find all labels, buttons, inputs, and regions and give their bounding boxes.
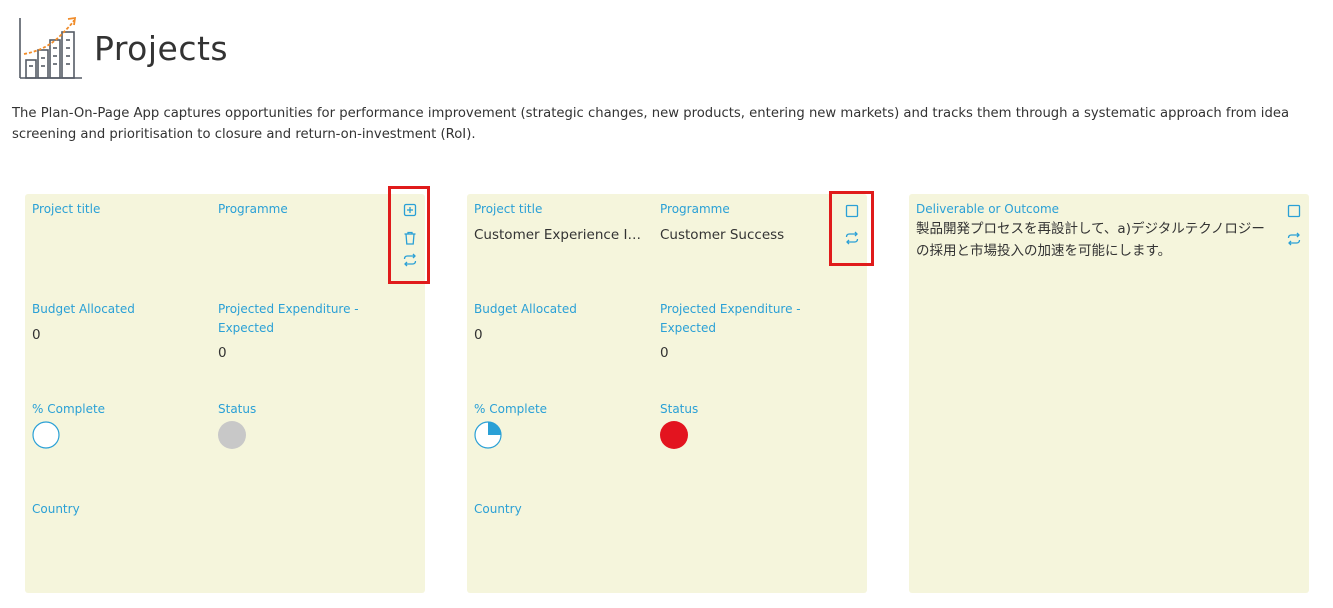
project-title-label: Project title xyxy=(32,202,101,216)
icon-highlight-box xyxy=(829,191,874,266)
project-title-label: Project title xyxy=(474,202,543,216)
page-intro: The Plan-On-Page App captures opportunit… xyxy=(12,106,1290,142)
growth-chart-buildings-icon xyxy=(16,14,84,82)
percent-complete-label: % Complete xyxy=(474,402,548,416)
deliverable-card[interactable]: Deliverable or Outcome 製品開発プロセスを再設計して、a)… xyxy=(909,194,1309,593)
percent-complete-pie xyxy=(32,421,60,449)
projected-expenditure-label: Projected Expenditure - Expected xyxy=(218,302,359,335)
budget-allocated-label: Budget Allocated xyxy=(32,302,135,316)
percent-complete-label: % Complete xyxy=(32,402,106,416)
page-title: Projects xyxy=(94,28,229,68)
icon-highlight-box xyxy=(388,186,430,284)
programme-label: Programme xyxy=(660,202,730,216)
checkbox-icon[interactable] xyxy=(1286,203,1302,219)
status-label: Status xyxy=(660,402,699,416)
country-label: Country xyxy=(32,502,80,516)
status-indicator xyxy=(218,421,246,449)
projects-page: Projects The Plan-On-Page App captures o… xyxy=(0,0,1333,608)
percent-complete-pie xyxy=(474,421,502,449)
deliverable-value: 製品開発プロセスを再設計して、a)デジタルテクノロジーの採用と市場投入の加速を可… xyxy=(916,221,1265,259)
project-title-value: Customer Experience Im... xyxy=(474,227,649,243)
country-label: Country xyxy=(474,502,522,516)
refresh-icon[interactable] xyxy=(1286,231,1302,247)
status-indicator xyxy=(660,421,688,449)
project-card-1[interactable]: Project title Programme Budget Allocated… xyxy=(25,186,430,593)
programme-label: Programme xyxy=(218,202,288,216)
status-label: Status xyxy=(218,402,257,416)
projected-expenditure-label: Projected Expenditure - Expected xyxy=(660,302,801,335)
deliverable-label: Deliverable or Outcome xyxy=(916,202,1060,216)
projected-expenditure-value: 0 xyxy=(218,345,227,361)
percent-complete-slice xyxy=(488,422,501,435)
project-card-2[interactable]: Project title Customer Experience Im... … xyxy=(467,191,874,593)
budget-allocated-value: 0 xyxy=(32,327,41,343)
budget-allocated-value: 0 xyxy=(474,327,483,343)
programme-value: Customer Success xyxy=(660,227,785,243)
page-header: Projects xyxy=(16,14,228,82)
projected-expenditure-value: 0 xyxy=(660,345,669,361)
budget-allocated-label: Budget Allocated xyxy=(474,302,577,316)
